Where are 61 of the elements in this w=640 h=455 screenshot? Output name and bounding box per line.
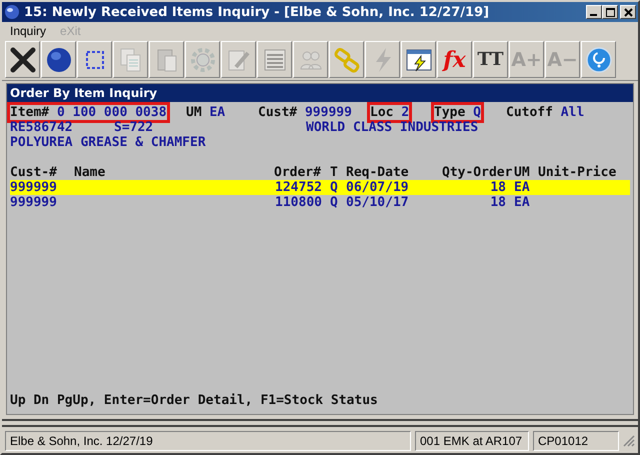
- table-cell: 18: [490, 195, 506, 210]
- header-field: Cust# 999999: [258, 105, 352, 120]
- window-title: 15: Newly Received Items Inquiry - [Elbe & Sohn, Inc. 12/27/19]: [24, 4, 490, 20]
- gear-icon: [190, 46, 216, 72]
- column-header: Cust-#: [10, 165, 57, 180]
- table-cell: 110800: [275, 195, 322, 210]
- table-cell: EA: [514, 180, 530, 195]
- header-field: POLYUREA GREASE & CHAMFER: [10, 135, 206, 150]
- status-panel: Elbe & Sohn, Inc. 12/27/19: [5, 431, 411, 451]
- toolbar-button[interactable]: [41, 41, 76, 78]
- key-hint: Up Dn PgUp, Enter=Order Detail, F1=Stock Status: [10, 393, 378, 408]
- globe-icon: [4, 4, 20, 20]
- toolbar-button[interactable]: [5, 41, 40, 78]
- column-header: Req-Date: [346, 165, 409, 180]
- column-header: Unit-Price: [538, 165, 616, 180]
- header-field: Type Q: [434, 105, 481, 120]
- toolbar-button[interactable]: [77, 41, 112, 78]
- x-icon: [10, 46, 36, 72]
- table-cell: Q: [330, 180, 338, 195]
- clipboard-icon: [154, 46, 178, 72]
- table-cell: 05/10/17: [346, 195, 409, 210]
- status-panel: CP01012: [533, 431, 619, 451]
- table-cell: EA: [514, 195, 530, 210]
- column-header: Qty-Order: [442, 165, 512, 180]
- header-field: WORLD CLASS INDUSTRIES: [306, 120, 478, 135]
- menu-item[interactable]: Inquiry: [10, 24, 46, 38]
- column-header: UM: [514, 165, 530, 180]
- header-field: UM EA: [186, 105, 226, 120]
- header-field: S=722: [114, 120, 154, 135]
- globe-icon: [46, 46, 72, 72]
- table-cell: 18: [490, 180, 506, 195]
- panel-title: Order By Item Inquiry: [10, 86, 158, 100]
- table-cell: Q: [330, 195, 338, 210]
- maximize-icon: [606, 8, 614, 16]
- table-cell: 124752: [275, 180, 322, 195]
- documents-icon: [118, 46, 142, 72]
- dashed-square-icon: [84, 50, 104, 70]
- help-icon: [586, 46, 612, 72]
- table-cell: 999999: [10, 195, 57, 210]
- minimize-button[interactable]: [586, 5, 602, 19]
- close-icon: [624, 8, 632, 16]
- window-lightning-icon: [406, 46, 432, 72]
- header-field: RE586742: [10, 120, 73, 135]
- header-field: Loc 2: [370, 105, 410, 120]
- table-row[interactable]: 999999 124752 Q 06/07/19 18 EA: [10, 180, 630, 195]
- table-cell: 06/07/19: [346, 180, 409, 195]
- list-icon: [262, 46, 288, 72]
- resize-grip-icon: [623, 435, 635, 447]
- toolbar-button[interactable]: [401, 41, 436, 78]
- header-field: Cutoff All: [506, 105, 584, 120]
- column-header: Order#: [274, 165, 321, 180]
- column-header: Name: [74, 165, 106, 180]
- close-button[interactable]: [620, 5, 636, 19]
- status-panel: 001 EMK at AR107: [415, 431, 529, 451]
- column-header: T: [330, 165, 338, 180]
- table-row[interactable]: 999999 110800 Q 05/10/17 18 EA: [10, 195, 630, 210]
- toolbar-button[interactable]: TT: [473, 41, 508, 78]
- header-field: Item# 0 100 000 0038: [10, 105, 167, 120]
- maximize-button[interactable]: [602, 5, 618, 19]
- chain-icon: [334, 46, 360, 72]
- table-cell: 999999: [10, 180, 57, 195]
